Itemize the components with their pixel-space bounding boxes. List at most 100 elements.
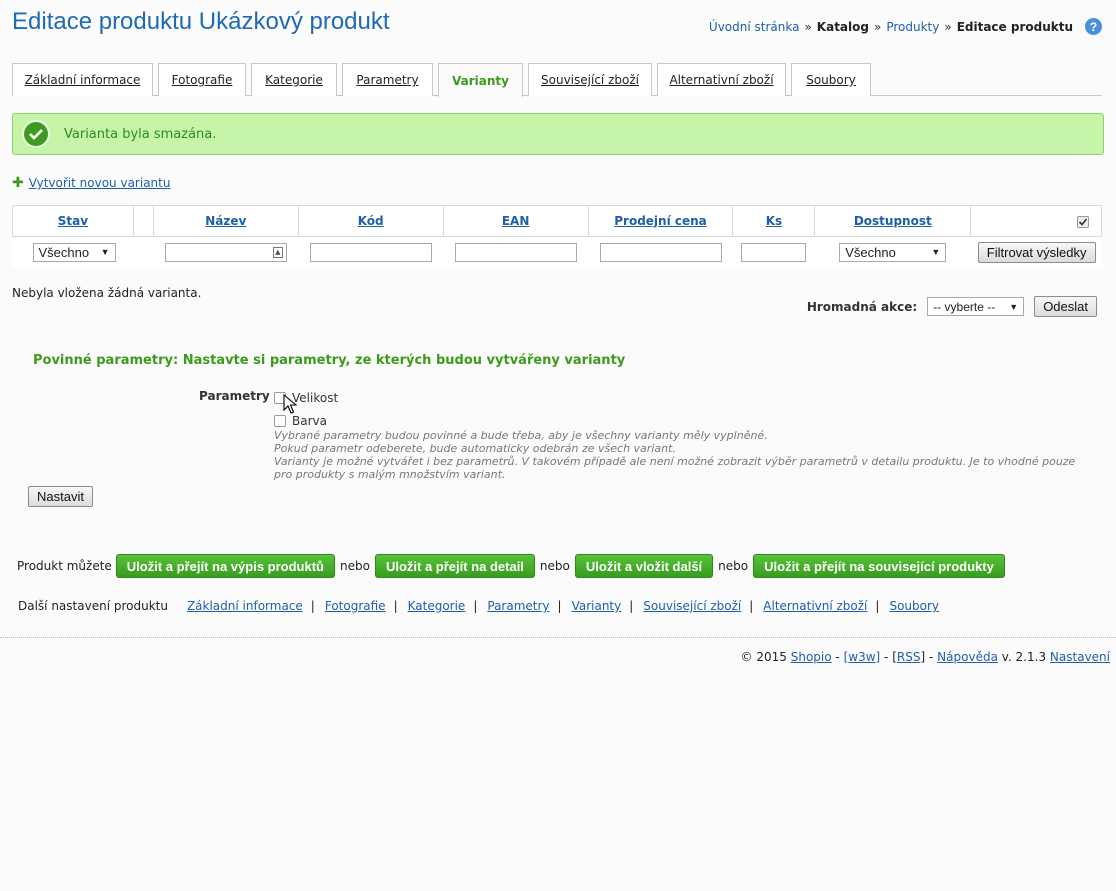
- more-settings: Další nastavení produktu Základní inform…: [18, 599, 939, 613]
- chevron-down-icon: ▼: [1009, 301, 1019, 312]
- more-link-files[interactable]: Soubory: [889, 599, 939, 613]
- save-add-another-button[interactable]: Uložit a vložit další: [574, 554, 714, 578]
- params-label: Parametry: [199, 389, 270, 403]
- brand-link[interactable]: Shopio: [791, 650, 832, 664]
- stav-filter-value: Všechno: [38, 244, 90, 260]
- bulk-action-select[interactable]: -- vyberte -- ▼: [927, 297, 1025, 316]
- chevron-down-icon: ▼: [931, 247, 941, 258]
- copyright: © 2015: [740, 650, 787, 664]
- more-link-alternative[interactable]: Alternativní zboží: [763, 599, 867, 613]
- tab-categories[interactable]: Kategorie: [251, 63, 337, 96]
- size-label: Velikost: [292, 391, 339, 405]
- more-link-categories[interactable]: Kategorie: [408, 599, 466, 613]
- success-message: Varianta byla smazána.: [12, 113, 1104, 155]
- help-icon[interactable]: ?: [1085, 18, 1102, 35]
- bulk-action-label: Hromadná akce:: [806, 299, 918, 314]
- link-separator: |: [310, 599, 315, 613]
- bulk-action: Hromadná akce: -- vyberte -- ▼ Odeslat: [807, 296, 1097, 317]
- more-link-basic-info[interactable]: Základní informace: [187, 599, 303, 613]
- col-nazev[interactable]: Název: [152, 205, 299, 237]
- tab-files[interactable]: Soubory: [791, 63, 871, 96]
- tab-photos[interactable]: Fotografie: [158, 63, 246, 96]
- link-separator: |: [629, 599, 634, 613]
- breadcrumb-separator: »: [944, 19, 952, 34]
- breadcrumb-separator: »: [804, 19, 812, 34]
- col-ks[interactable]: Ks: [732, 205, 816, 237]
- hint-line: Pokud parametr odeberete, bude automatic…: [274, 442, 676, 455]
- col-stav[interactable]: Stav: [12, 205, 134, 237]
- code-filter-input[interactable]: [309, 242, 432, 262]
- breadcrumb-products-link[interactable]: Produkty: [886, 20, 939, 34]
- save-intro: Produkt můžete: [17, 559, 112, 573]
- save-list-button[interactable]: Uložit a přejít na výpis produktů: [115, 554, 335, 578]
- filter-button[interactable]: Filtrovat výsledky: [977, 241, 1096, 263]
- availability-filter-select[interactable]: Všechno ▼: [839, 242, 947, 262]
- table-header-row: Stav Název Kód EAN Prodejní cena Ks Dost…: [12, 205, 1102, 237]
- mouse-cursor-icon: [283, 394, 297, 414]
- hint-line: Vybrané parametry budou povinné a bude t…: [274, 429, 768, 442]
- contact-card-icon: ▲: [272, 246, 283, 258]
- save-actions: Produkt můžete Uložit a přejít na výpis …: [17, 554, 1005, 578]
- name-filter-input[interactable]: ▲: [164, 242, 287, 262]
- save-related-button[interactable]: Uložit a přejít na související produkty: [753, 554, 1005, 578]
- tab-related[interactable]: Související zboží: [528, 63, 652, 96]
- footer-dash: -: [835, 650, 840, 664]
- plus-icon: ✚: [12, 175, 24, 191]
- tab-bar: Základní informace Fotografie Kategorie …: [12, 63, 1102, 97]
- or-text: nebo: [539, 559, 570, 573]
- col-availability[interactable]: Dostupnost: [814, 205, 972, 237]
- breadcrumb-home-link[interactable]: Úvodní stránka: [709, 20, 800, 34]
- more-settings-intro: Další nastavení produktu: [18, 599, 168, 613]
- save-detail-button[interactable]: Uložit a přejít na detail: [374, 554, 535, 578]
- create-variant: ✚ Vytvořit novou variantu: [12, 175, 170, 191]
- footer: © 2015 Shopio - [w3w] - [RSS] - Nápověda…: [741, 650, 1110, 664]
- col-ean[interactable]: EAN: [442, 205, 589, 237]
- bulk-submit-button[interactable]: Odeslat: [1034, 296, 1097, 317]
- help-link[interactable]: Nápověda: [937, 650, 998, 664]
- col-price[interactable]: Prodejní cena: [587, 205, 734, 237]
- tab-variants[interactable]: Varianty: [438, 63, 523, 97]
- tab-parameters[interactable]: Parametry: [342, 63, 433, 96]
- footer-dash: -: [884, 650, 889, 664]
- table-filter-row: Všechno ▼ ▲ Všechno ▼ Filtrovat výsledky: [13, 237, 1102, 268]
- price-filter-input[interactable]: [599, 242, 722, 262]
- ks-filter-input[interactable]: [741, 242, 807, 262]
- color-checkbox[interactable]: [274, 415, 286, 427]
- rss-bracket: ]: [920, 650, 926, 664]
- more-link-related[interactable]: Související zboží: [643, 599, 741, 613]
- more-link-parameters[interactable]: Parametry: [487, 599, 549, 613]
- ean-filter-input[interactable]: [454, 242, 577, 262]
- tab-basic-info[interactable]: Základní informace: [12, 63, 153, 96]
- link-separator: |: [393, 599, 398, 613]
- breadcrumb-current: Editace produktu: [956, 19, 1073, 34]
- settings-link[interactable]: Nastavení: [1050, 650, 1110, 664]
- availability-filter-value: Všechno: [845, 244, 896, 260]
- variants-table: Stav Název Kód EAN Prodejní cena Ks Dost…: [12, 205, 1102, 268]
- footer-dash: -: [929, 650, 934, 664]
- set-params-button[interactable]: Nastavit: [28, 486, 93, 507]
- create-variant-link[interactable]: Vytvořit novou variantu: [29, 176, 171, 190]
- or-text: nebo: [718, 559, 749, 573]
- rss-link[interactable]: RSS: [897, 650, 921, 664]
- w3w-link[interactable]: [w3w]: [844, 650, 881, 664]
- link-separator: |: [473, 599, 478, 613]
- link-separator: |: [749, 599, 754, 613]
- select-all-checkbox[interactable]: [1077, 215, 1089, 228]
- breadcrumb-separator: »: [873, 19, 882, 34]
- check-icon: [24, 122, 48, 146]
- col-select-all: [970, 205, 1102, 237]
- more-link-photos[interactable]: Fotografie: [325, 599, 386, 613]
- col-kod[interactable]: Kód: [297, 205, 444, 237]
- required-params-title: Povinné parametry: Nastavte si parametry…: [33, 353, 626, 368]
- bulk-action-value: -- vyberte --: [933, 299, 996, 314]
- success-text: Varianta byla smazána.: [64, 126, 217, 142]
- link-separator: |: [557, 599, 562, 613]
- tab-alternative[interactable]: Alternativní zboží: [657, 63, 786, 96]
- version: v. 2.1.3: [1001, 650, 1047, 664]
- more-link-variants[interactable]: Varianty: [572, 599, 622, 613]
- params-hint: Vybrané parametry budou povinné a bude t…: [274, 429, 1094, 481]
- stav-filter-select[interactable]: Všechno ▼: [32, 242, 116, 262]
- footer-divider: [0, 637, 1116, 638]
- or-text: nebo: [340, 559, 370, 573]
- link-separator: |: [875, 599, 880, 613]
